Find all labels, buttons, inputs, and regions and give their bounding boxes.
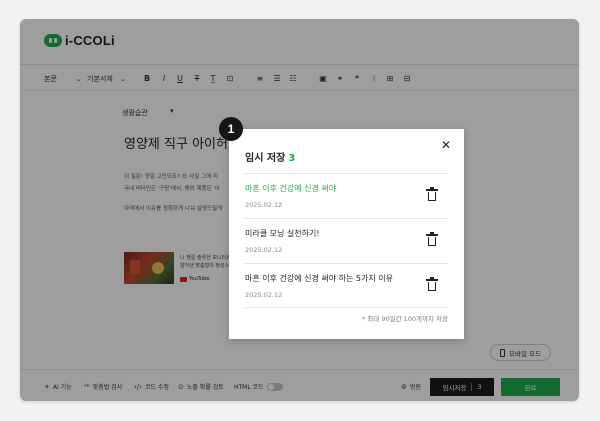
draft-item-date: 2025.02.12 <box>245 201 283 209</box>
modal-count: 3 <box>288 153 296 164</box>
draft-item-date: 2025.02.12 <box>245 246 283 254</box>
modal-title-text: 임시 저장 <box>245 153 286 164</box>
draft-item[interactable]: 마혼 이후 건강에 신경 써야 2025.02.12 <box>245 173 448 218</box>
draft-item-title[interactable]: 마흔 이후 건강에 신경 써야 하는 5가지 이유 <box>245 273 393 284</box>
step-number-badge: 1 <box>219 117 243 141</box>
draft-item-date: 2025.02.12 <box>245 291 283 299</box>
close-icon[interactable]: ✕ <box>439 138 453 152</box>
trash-icon[interactable] <box>426 187 438 202</box>
draft-item[interactable]: 미라클 모닝 실천하기! 2025.02.12 <box>245 218 448 263</box>
trash-icon[interactable] <box>426 232 438 247</box>
modal-title: 임시 저장 3 <box>245 149 295 164</box>
trash-icon[interactable] <box>426 277 438 292</box>
draft-list-modal: 임시 저장 3 ✕ 마혼 이후 건강에 신경 써야 2025.02.12 미라클 … <box>229 129 464 339</box>
draft-item-title[interactable]: 마혼 이후 건강에 신경 써야 <box>245 183 336 194</box>
storage-note: * 최대 90일간 100개까지 저장 <box>361 315 448 323</box>
draft-item-title[interactable]: 미라클 모닝 실천하기! <box>245 228 320 239</box>
draft-item[interactable]: 마흔 이후 건강에 신경 써야 하는 5가지 이유 2025.02.12 <box>245 263 448 308</box>
